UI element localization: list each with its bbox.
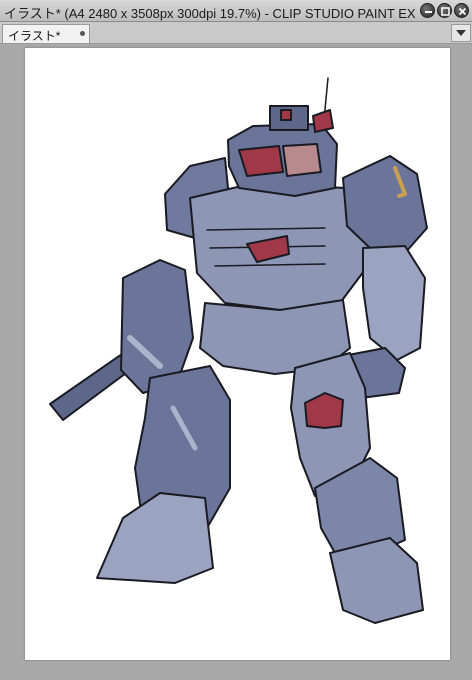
close-icon (458, 7, 467, 16)
tab-menu-button[interactable] (451, 24, 471, 42)
canvas-area[interactable] (0, 44, 472, 680)
tab-bar: イラスト* (0, 22, 472, 44)
close-button[interactable] (454, 3, 469, 18)
minimize-button[interactable] (420, 3, 435, 18)
tab-label: イラスト* (8, 29, 61, 43)
restore-button[interactable] (437, 3, 452, 18)
window-title: イラスト* (A4 2480 x 3508px 300dpi 19.7%) - … (4, 6, 416, 21)
tab-illust[interactable]: イラスト* (2, 24, 90, 43)
triangle-down-icon (456, 30, 466, 36)
minimize-icon (425, 11, 432, 13)
title-bar[interactable]: イラスト* (A4 2480 x 3508px 300dpi 19.7%) - … (0, 0, 472, 22)
unsaved-dot-icon (80, 31, 85, 36)
restore-icon (441, 7, 450, 16)
mecha-robot-illustration (49, 77, 428, 624)
canvas-paper[interactable] (25, 48, 450, 660)
